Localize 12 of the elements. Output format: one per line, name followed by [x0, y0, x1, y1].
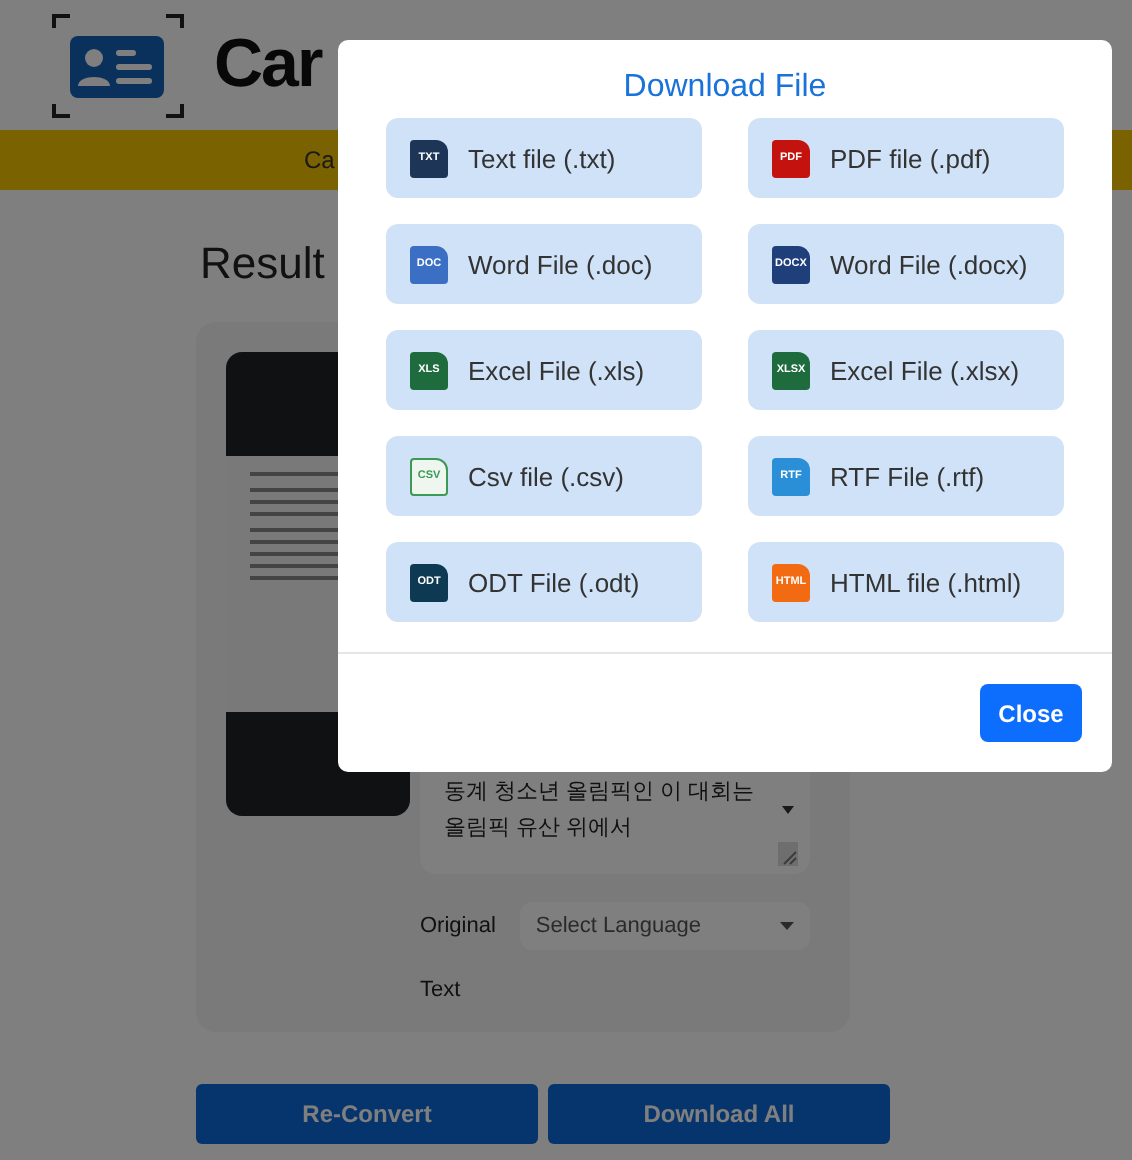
- text-line: 동계 청소년 올림픽인 이 대회는: [444, 778, 757, 808]
- original-label: Original: [420, 914, 496, 938]
- id-card-logo-icon: [50, 11, 186, 119]
- language-select[interactable]: Select Language: [519, 902, 810, 950]
- close-button[interactable]: Close: [980, 684, 1082, 742]
- dialog-title: Download File: [621, 70, 829, 106]
- result-title: Result: [200, 238, 325, 290]
- brand-name: Car: [214, 26, 322, 104]
- banner-text: Ca: [304, 146, 335, 174]
- text-line: 올림픽 유산 위에서: [444, 814, 635, 844]
- text-label: Text: [420, 978, 461, 1002]
- caret-icon: [780, 922, 794, 930]
